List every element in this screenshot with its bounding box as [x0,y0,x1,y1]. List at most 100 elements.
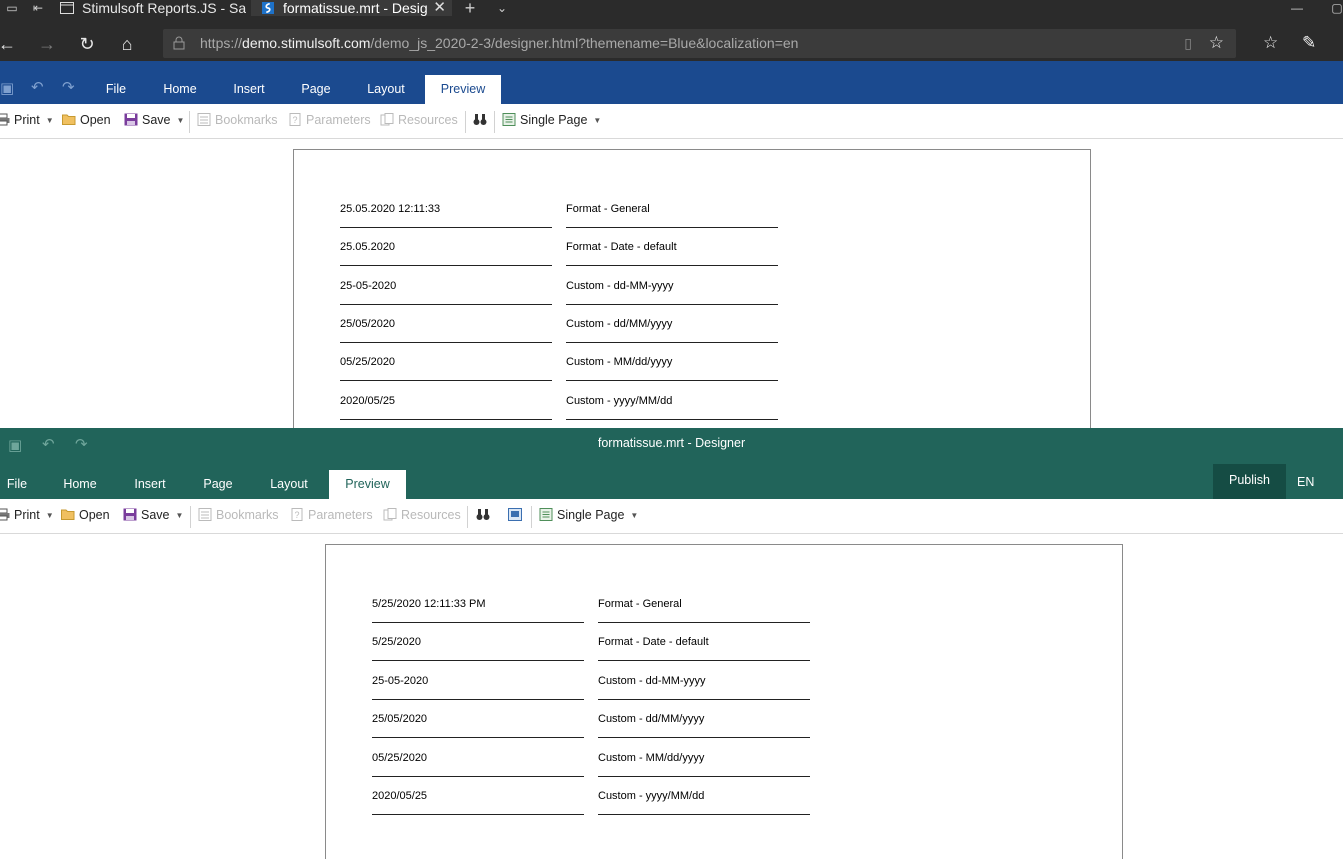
report-page: 25.05.2020 12:11:33 Format - General 25.05… [293,149,1091,428]
back-icon[interactable]: ← [0,32,20,56]
report-viewer-1[interactable]: 25.05.2020 12:11:33 Format - General 25.05… [0,139,1343,428]
resources-icon [380,113,394,126]
pen-icon[interactable]: ✎ [1302,33,1316,53]
toolbar-separator [494,111,495,133]
browser-tab-title: Stimulsoft Reports.JS - Sam [82,0,246,16]
date-value-cell: 5/25/2020 [372,623,584,662]
tab-home[interactable]: Home [152,75,208,104]
chevron-down-icon[interactable]: ⌄ [490,0,514,16]
bookmarks-label: Bookmarks [215,113,278,127]
report-row: 25/05/2020 Custom - dd/MM/yyyy [340,305,780,343]
report-row: 25.05.2020 12:11:33 Format - General [340,190,780,228]
print-button[interactable]: Print ▼ [0,113,54,127]
redo-icon[interactable]: ↷ [62,78,75,96]
toolbar-separator [467,506,468,528]
refresh-icon[interactable]: ↻ [74,32,100,56]
report-viewer-2[interactable]: 5/25/2020 12:11:33 PM Format - General 5/2… [0,534,1343,859]
favorites-list-icon[interactable]: ☆ [1263,33,1278,53]
dropdown-caret-icon: ▼ [630,511,639,520]
tab-preview[interactable]: Preview [329,470,406,499]
tab-layout[interactable]: Layout [356,75,416,104]
bookmarks-label: Bookmarks [216,508,279,522]
open-button[interactable]: Open [62,113,111,127]
date-value-cell: 25/05/2020 [340,305,552,343]
save-icon[interactable]: ▣ [0,79,14,97]
tab-page[interactable]: Page [290,75,342,104]
browser-tab-1[interactable]: Stimulsoft Reports.JS - Sam [52,0,246,16]
format-description-cell: Format - Date - default [566,228,778,267]
resources-label: Resources [398,113,458,127]
tab-preview[interactable]: Preview [425,75,501,104]
designer-ribbon-green: ▣ ↶ ↷ formatissue.mrt - Designer File Ho… [0,428,1343,499]
open-button[interactable]: Open [61,508,110,522]
url-scheme: https:// [200,35,243,51]
toolbar-separator [531,506,532,528]
date-value-cell: 2020/05/25 [372,777,584,815]
tab-file[interactable]: File [94,75,138,104]
date-value-cell: 2020/05/25 [340,382,552,420]
save-icon [123,508,137,521]
save-button[interactable]: Save ▼ [124,113,184,127]
bookmarks-icon [197,113,211,126]
undo-icon[interactable]: ↶ [31,78,44,96]
format-description-cell: Custom - dd-MM-yyyy [598,662,810,700]
save-button[interactable]: Save ▼ [123,508,183,522]
maximize-icon[interactable]: ▢ [1325,0,1343,16]
view-mode-label: Single Page [520,113,588,127]
reading-view-icon[interactable]: ▯ [1184,35,1192,52]
tab-layout[interactable]: Layout [259,470,319,499]
resources-button[interactable]: Resources [380,113,458,127]
svg-text:?: ? [294,510,299,520]
parameters-icon: ? [289,113,301,126]
date-value-cell: 25/05/2020 [372,700,584,739]
tab-actions-icon[interactable]: ▭ [0,0,24,16]
bookmarks-icon [198,508,212,521]
dropdown-caret-icon: ▼ [176,116,185,125]
view-mode-dropdown[interactable]: Single Page ▼ [539,508,638,522]
forward-icon[interactable]: → [34,32,60,56]
publish-button[interactable]: Publish [1213,464,1286,499]
parameters-label: Parameters [306,113,371,127]
view-mode-dropdown[interactable]: Single Page ▼ [502,113,601,127]
stimulsoft-logo-icon [262,2,274,14]
date-value-cell: 25-05-2020 [340,267,552,305]
minimize-icon[interactable]: — [1285,0,1309,16]
folder-icon [61,509,75,520]
url-input[interactable]: https://demo.stimulsoft.com/demo_js_2020… [163,29,1236,58]
date-value-cell: 25.05.2020 12:11:33 [340,190,552,228]
parameters-button[interactable]: ? Parameters [290,508,373,522]
favorite-star-icon[interactable]: ☆ [1209,33,1224,53]
print-label: Print [14,508,40,522]
date-value-cell: 25-05-2020 [372,662,584,700]
browser-tab-2[interactable]: formatissue.mrt - Desig ✕ [251,0,452,16]
single-page-icon [539,508,553,521]
dropdown-caret-icon: ▼ [593,116,602,125]
tab-insert[interactable]: Insert [123,470,177,499]
tab-file[interactable]: File [0,470,34,499]
tab-page[interactable]: Page [192,470,244,499]
home-icon[interactable]: ⌂ [114,32,140,56]
bookmarks-button[interactable]: Bookmarks [197,113,278,127]
report-row: 25-05-2020 Custom - dd-MM-yyyy [340,267,780,305]
date-value-cell: 05/25/2020 [372,739,584,777]
tab-insert[interactable]: Insert [222,75,276,104]
bookmarks-button[interactable]: Bookmarks [198,508,279,522]
language-button[interactable]: EN [1297,475,1314,489]
print-button[interactable]: Print ▼ [0,508,54,522]
set-aside-tabs-icon[interactable]: ⇤ [26,0,50,16]
format-description-cell: Custom - MM/dd/yyyy [598,739,810,777]
resources-button[interactable]: Resources [383,508,461,522]
format-description-cell: Format - General [598,585,810,623]
parameters-button[interactable]: ? Parameters [288,113,371,127]
binoculars-icon [476,509,490,520]
fullscreen-button[interactable] [508,508,526,522]
find-button[interactable] [473,113,491,127]
printer-icon [0,113,10,126]
resources-label: Resources [401,508,461,522]
new-tab-icon[interactable]: + [458,0,482,17]
tab-home[interactable]: Home [52,470,108,499]
find-button[interactable] [476,508,494,522]
printer-icon [0,508,10,521]
print-label: Print [14,113,40,127]
close-tab-icon[interactable]: ✕ [433,0,446,16]
